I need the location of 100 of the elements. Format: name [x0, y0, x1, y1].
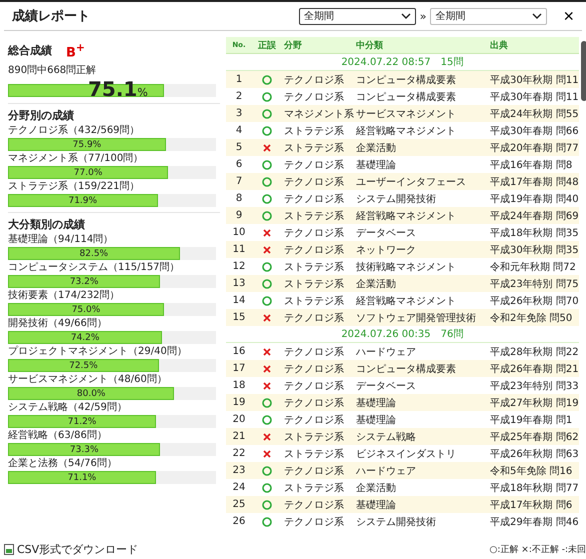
category-label: プロジェクトマネジメント（29/40問） [8, 345, 188, 360]
section-heading: 大分類別の成績 [8, 217, 86, 232]
table-cell-text: 令和2年免除 問50 [490, 312, 574, 324]
table-cell-text: 4 [234, 125, 244, 136]
table-cell-text: サービスマネジメント [356, 108, 457, 120]
scrollbar-thumb[interactable] [580, 41, 586, 101]
category-label: マネジメント系（77/100問） [8, 152, 144, 166]
table-cell-text: 3 [234, 108, 244, 119]
table-cell-text: 平成19年春期 問1 [490, 414, 574, 426]
table-cell-text: 企業活動 [356, 482, 397, 494]
table-cell-text: 平成27年秋期 問19 [490, 396, 579, 410]
table-cell-text: 平成29年春期 問46 [490, 516, 579, 528]
category-label: 基礎理論（94/114問） [8, 233, 114, 248]
table-cell-text: 10 [232, 227, 246, 238]
table-cell-text: 12 [232, 261, 246, 272]
table-cell-text: 8 [234, 193, 244, 204]
table-cell-text: テクノロジ系 [283, 244, 345, 256]
table-cell-text: 企業活動 [356, 278, 397, 290]
table-cell-text: 14 [232, 295, 246, 306]
spreadsheet-icon [4, 544, 14, 554]
table-cell-text: 基礎理論 [356, 414, 397, 426]
table-cell-text: 17 [232, 363, 246, 374]
window-title: 成績レポート [12, 8, 91, 25]
table-cell-text: 11 [232, 244, 246, 255]
table-cell-text: 16 [232, 346, 246, 357]
range-separator: » [420, 10, 426, 22]
table-cell-text: テクノロジ系 [283, 346, 345, 358]
table-cell-text: テクノロジ系 [283, 90, 345, 104]
section-heading: 分野別の成績 [8, 108, 75, 124]
session-date: 2024.07.22 08:57 [341, 56, 431, 68]
table-cell-text: 経営戦略マネジメント [356, 294, 457, 308]
table-cell-text: 平成17年春期 問48 [490, 176, 579, 188]
table-cell-text: 26 [232, 516, 246, 527]
table-cell-text: 平成20年春期 問77 [490, 142, 579, 154]
table-cell-text: テクノロジ系 [283, 498, 345, 512]
percent-text: 75.1% [88, 77, 148, 102]
table-cell-text: ネットワーク [356, 244, 417, 256]
table-cell-text: 企業活動 [356, 142, 397, 154]
table-cell-text: 令和5年免除 問16 [490, 464, 574, 478]
table-cell-text: テクノロジ系 [283, 226, 345, 240]
percent-text: 75.0% [72, 304, 100, 315]
table-cell-text: 25 [232, 499, 246, 510]
table-cell-text: システム開発技術 [356, 192, 437, 206]
table-cell-text: ハードウェア [356, 346, 417, 358]
table-cell-text: テクノロジ系 [283, 192, 345, 206]
table-cell-text: データベース [356, 380, 417, 392]
category-label: 企業と法務（54/76問） [8, 457, 118, 472]
period-from-select[interactable]: 全期間 [298, 8, 416, 24]
table-cell-text: ストラテジ系 [283, 210, 345, 222]
close-button[interactable]: × [563, 7, 574, 25]
table-cell-text: システム戦略 [356, 430, 417, 444]
table-cell-text: 6 [234, 159, 244, 170]
table-cell-text: 13 [232, 278, 246, 289]
table-cell-text: 1 [234, 74, 244, 85]
table-cell-text: テクノロジ系 [283, 380, 345, 392]
period-to-select[interactable]: 全期間 [430, 8, 548, 24]
column-header: 出典 [490, 39, 509, 52]
table-cell-text: 経営戦略マネジメント [356, 124, 457, 138]
percent-text: 71.9% [68, 196, 98, 206]
table-cell-text: 21 [232, 431, 246, 442]
table-cell-text: 20 [232, 414, 246, 425]
table-cell-text: ストラテジ系 [283, 430, 345, 444]
table-cell-text: ストラテジ系 [283, 448, 345, 460]
legend-text: ○:正解 ×:不正解 -:未回 [490, 544, 586, 556]
table-cell-text: 平成24年春期 問69 [490, 210, 579, 222]
category-label: 開発技術（49/66問） [8, 317, 108, 332]
table-cell-text: テクノロジ系 [283, 74, 345, 86]
table-cell-text: 平成26年秋期 問70 [490, 294, 579, 308]
percent-text: 73.3% [70, 444, 99, 455]
table-cell-text: 技術戦略マネジメント [356, 260, 457, 274]
category-label: サービスマネジメント（48/60問） [8, 373, 168, 388]
table-cell-text: コンピュータ構成要素 [356, 74, 457, 86]
table-cell-text: 平成30年春期 問11 [490, 90, 579, 104]
category-label: システム戦略（42/59問） [8, 401, 128, 416]
chevron-down-icon [400, 12, 411, 20]
table-cell-text: 平成23年特別 問33 [490, 380, 579, 392]
table-cell-text: 平成17年秋期 問6 [490, 498, 574, 512]
table-cell-text: 22 [232, 448, 246, 459]
session-date: 2024.07.26 00:35 [341, 328, 431, 340]
table-cell-text: 平成26年秋期 問63 [490, 448, 579, 460]
percent-text: 73.2% [70, 276, 98, 287]
table-cell-text: ストラテジ系 [283, 482, 345, 494]
table-cell-text: コンピュータ構成要素 [356, 362, 457, 376]
table-cell-text: テクノロジ系 [283, 414, 345, 426]
percent-text: 71.2% [68, 416, 96, 427]
table-cell-text: ソフトウェア開発管理技術 [356, 312, 477, 324]
table-cell-text: 18 [232, 380, 246, 391]
percent-text: 72.5% [69, 360, 98, 371]
column-header: 正誤 [257, 39, 277, 52]
table-cell-text: 平成26年春期 問21 [490, 362, 579, 376]
csv-download-link[interactable]: CSV形式でダウンロード [4, 542, 138, 556]
column-header: 中分類 [356, 39, 384, 52]
table-cell-text: 経営戦略マネジメント [356, 210, 457, 222]
table-cell-text: 19 [232, 397, 246, 408]
table-cell-text: ストラテジ系 [283, 294, 345, 308]
table-cell-text: 23 [232, 465, 246, 476]
chevron-down-icon [532, 12, 542, 20]
table-cell-text: テクノロジ系 [283, 312, 345, 324]
category-label: 技術要素（174/232問） [8, 289, 121, 304]
table-cell-text: ユーザーインタフェース [356, 176, 467, 188]
